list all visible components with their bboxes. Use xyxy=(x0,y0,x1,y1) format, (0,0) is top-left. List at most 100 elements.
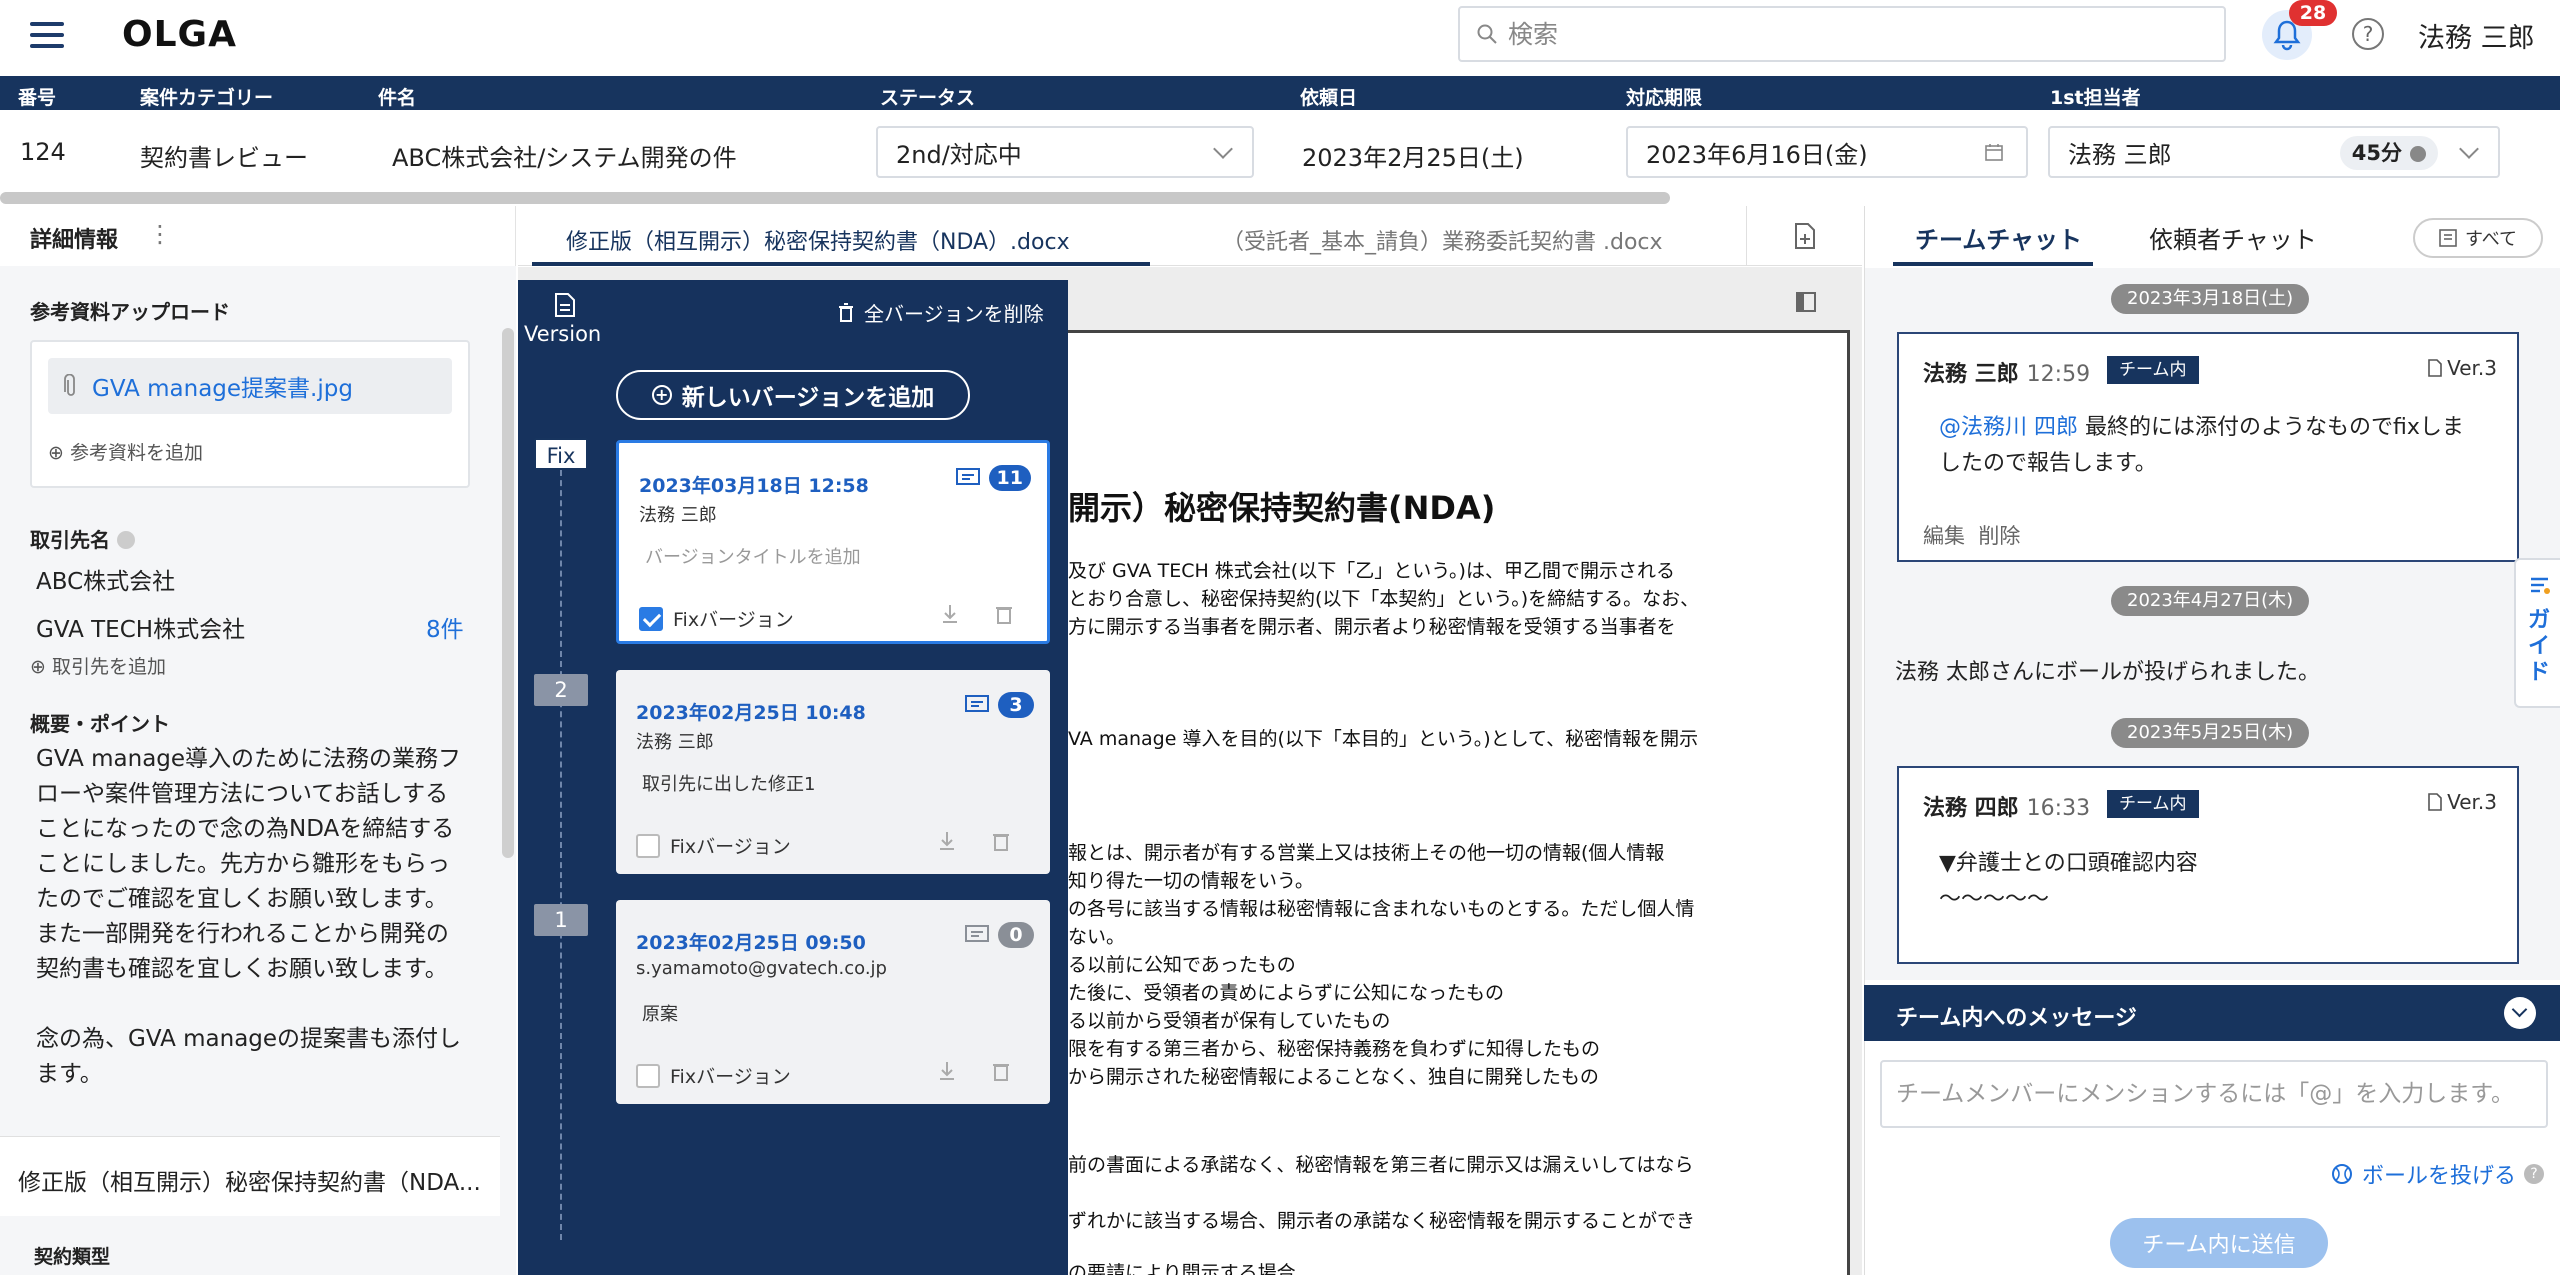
message-author: 法務 三郎 12:59 xyxy=(1923,362,2091,387)
assignee-value: 法務 三郎 xyxy=(2068,140,2172,169)
search-input[interactable] xyxy=(1508,19,2208,49)
active-tab-indicator xyxy=(532,262,1150,266)
trash-icon[interactable] xyxy=(992,1060,1010,1082)
version-user: 法務 三郎 xyxy=(639,505,717,526)
timer-icon xyxy=(2410,146,2426,162)
version-card-fix[interactable]: 2023年03月18日 12:58 法務 三郎 バージョンタイトルを追加 11 … xyxy=(616,440,1050,644)
help-icon[interactable]: ? xyxy=(2524,1164,2545,1184)
chat-input[interactable] xyxy=(1880,1060,2548,1128)
add-circle-icon: + xyxy=(651,385,672,405)
trash-icon[interactable] xyxy=(992,830,1010,852)
version-user: 法務 三郎 xyxy=(636,732,714,753)
add-document-button[interactable] xyxy=(1746,206,1862,266)
tab-requester-chat[interactable]: 依頼者チャット xyxy=(2149,220,2317,255)
time-pill[interactable]: 45分 xyxy=(2339,136,2438,170)
all-filter-button[interactable]: すべて xyxy=(2413,218,2543,258)
trash-icon xyxy=(839,302,853,322)
add-version-button[interactable]: + 新しいバージョンを追加 xyxy=(616,370,970,420)
left-scrollbar[interactable] xyxy=(502,328,514,858)
panel-collapse-icon[interactable] xyxy=(1794,290,1818,314)
col-header-subject: 件名 xyxy=(378,87,417,109)
horizontal-scrollbar[interactable] xyxy=(0,192,1670,204)
guide-icon xyxy=(2531,577,2550,594)
message-text: ▼弁護士との口頭確認内容 〜〜〜〜〜 xyxy=(1939,851,2198,912)
version-link[interactable]: Ver.3 xyxy=(2427,790,2497,814)
comment-icon xyxy=(965,695,989,712)
version-comments[interactable]: 0 xyxy=(964,922,1034,948)
partner-name-1: ABC株式会社 xyxy=(36,569,176,595)
add-partner-button[interactable]: ⊕ 取引先を追加 xyxy=(30,652,166,679)
mention-link[interactable]: @法務川 四郎 xyxy=(1939,415,2078,440)
detail-panel-body: 参考資料アップロード GVA manage提案書.jpg ⊕ 参考資料を追加 取… xyxy=(0,266,516,1275)
tab-team-chat[interactable]: チームチャット xyxy=(1915,220,2082,255)
fix-version-checkbox[interactable]: Fixバージョン xyxy=(636,1062,791,1089)
kebab-menu-icon[interactable]: ⋮ xyxy=(148,220,172,248)
delete-all-versions-button[interactable]: 全バージョンを削除 xyxy=(838,298,1044,327)
team-message-label: チーム内へのメッセージ xyxy=(1896,1006,2137,1031)
chevron-down-icon[interactable] xyxy=(2504,997,2536,1029)
guide-label: ガイド xyxy=(2528,608,2551,685)
status-select[interactable]: 2nd/対応中 xyxy=(876,126,1254,178)
trash-icon[interactable] xyxy=(995,603,1013,625)
message-actions: 編集 削除 xyxy=(1923,520,2020,550)
ref-upload-label: 参考資料アップロード xyxy=(30,300,230,324)
version-link[interactable]: Ver.3 xyxy=(2427,356,2497,380)
deadline-date-picker[interactable]: 2023年6月16日(金) xyxy=(1626,126,2028,178)
left-doc-tab[interactable]: 修正版（相互開示）秘密保持契約書（NDA... xyxy=(0,1136,500,1216)
col-header-request-date: 依頼日 xyxy=(1300,87,1358,109)
doc-line: 知り得た一切の情報をいう。 xyxy=(1068,870,1314,892)
message-author: 法務 四郎 16:33 xyxy=(1923,796,2091,821)
checkbox[interactable] xyxy=(636,833,660,858)
version-comments[interactable]: 3 xyxy=(964,692,1034,718)
app-logo: OLGA xyxy=(122,14,237,55)
throw-ball-button[interactable]: ボールを投げる ? xyxy=(2330,1158,2545,1190)
edit-button[interactable]: 編集 xyxy=(1923,524,1965,548)
hamburger-menu-icon[interactable] xyxy=(28,18,68,52)
version-comments[interactable]: 11 xyxy=(955,465,1031,491)
team-message-bar[interactable]: チーム内へのメッセージ xyxy=(1864,985,2560,1041)
download-icon[interactable] xyxy=(938,830,956,852)
version-title-placeholder[interactable]: バージョンタイトルを追加 xyxy=(645,543,861,569)
chat-timeline: 2023年3月18日(土) 法務 三郎 12:59 チーム内 Ver.3 @法務川… xyxy=(1865,268,2560,980)
send-team-button[interactable]: チーム内に送信 xyxy=(2110,1218,2328,1268)
version-card-2[interactable]: 2023年02月25日 10:48 法務 三郎 取引先に出した修正1 3 Fix… xyxy=(616,670,1050,874)
contract-type-label: 契約類型 xyxy=(34,1246,111,1268)
partner-count[interactable]: 8件 xyxy=(426,610,464,644)
checkbox-checked[interactable] xyxy=(639,606,663,631)
time-value: 45分 xyxy=(2351,141,2402,165)
doc-tab-outsourcing[interactable]: （受託者_基本_請負）業務委託契約書 .docx xyxy=(1222,224,1663,256)
fix-version-label: Fixバージョン xyxy=(673,609,794,631)
version-tag-2: 2 xyxy=(534,674,588,706)
assignee-select[interactable]: 法務 三郎 45分 xyxy=(2048,126,2500,178)
version-note: 原案 xyxy=(642,1004,678,1025)
team-tag: チーム内 xyxy=(2107,790,2199,818)
download-icon[interactable] xyxy=(941,603,959,625)
search-box[interactable] xyxy=(1458,6,2226,62)
chevron-down-icon xyxy=(2459,139,2479,159)
version-card-1[interactable]: 2023年02月25日 09:50 s.yamamoto@gvatech.co.… xyxy=(616,900,1050,1104)
help-icon[interactable]: ? xyxy=(2352,18,2384,50)
doc-line: 限を有する第三者から、秘密保持義務を負わずに知得したもの xyxy=(1068,1038,1601,1060)
fix-version-checkbox[interactable]: Fixバージョン xyxy=(639,605,794,632)
all-filter-label: すべて xyxy=(2464,229,2518,250)
ref-file-name[interactable]: GVA manage提案書.jpg xyxy=(92,369,353,403)
doc-line: から開示された秘密情報によることなく、独自に開発したもの xyxy=(1068,1066,1599,1088)
add-ref-button[interactable]: ⊕ 参考資料を追加 xyxy=(48,438,203,465)
doc-line: VA manage 導入を目的(以下「本目的」という。)として、秘密情報を開示 xyxy=(1068,728,1699,750)
partner-label: 取引先名 xyxy=(30,524,135,553)
fix-version-checkbox[interactable]: Fixバージョン xyxy=(636,832,791,859)
ref-file-chip[interactable]: GVA manage提案書.jpg xyxy=(48,358,452,414)
doc-line: 及び GVA TECH 株式会社(以下「乙」という。)は、甲乙間で開示される xyxy=(1068,560,1675,582)
date-divider: 2023年4月27日(木) xyxy=(2111,586,2310,616)
delete-button[interactable]: 削除 xyxy=(1978,524,2020,548)
checkbox[interactable] xyxy=(636,1063,660,1088)
guide-tab[interactable]: ガイド xyxy=(2514,558,2560,708)
document-icon xyxy=(555,293,575,317)
left-doc-tab-label: 修正版（相互開示）秘密保持契約書（NDA... xyxy=(18,1170,481,1196)
download-icon[interactable] xyxy=(938,1060,956,1082)
user-name[interactable]: 法務 三郎 xyxy=(2418,16,2535,55)
add-partner-label: 取引先を追加 xyxy=(51,656,166,678)
message-time: 12:59 xyxy=(2026,362,2091,387)
doc-tab-nda[interactable]: 修正版（相互開示）秘密保持契約書（NDA）.docx xyxy=(566,224,1070,256)
doc-tab-bar: 修正版（相互開示）秘密保持契約書（NDA）.docx （受託者_基本_請負）業務… xyxy=(518,206,1862,266)
